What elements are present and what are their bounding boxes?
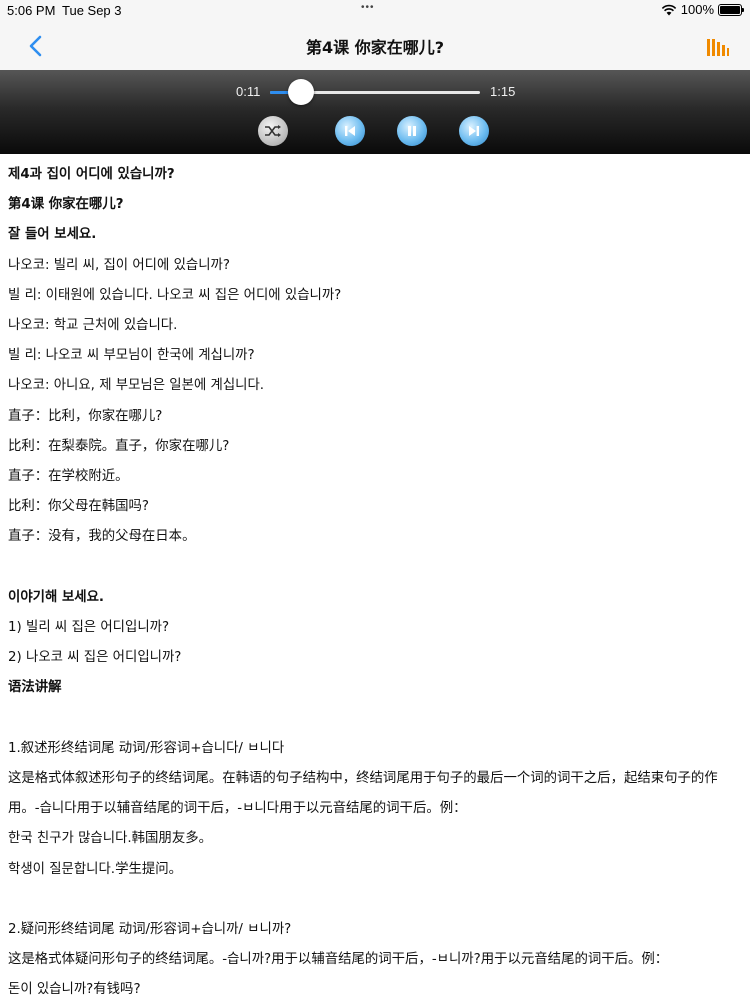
playlist-button[interactable] (706, 36, 730, 56)
current-time: 0:11 (236, 84, 261, 99)
previous-icon (345, 126, 355, 136)
battery-percent: 100% (680, 2, 714, 17)
text-line: 2) 나오코 씨 집은 어디입니까? (8, 650, 182, 666)
text-line: 直子：比利，你家在哪儿? (8, 408, 163, 424)
previous-button[interactable] (335, 116, 365, 146)
lesson-content: 제4과 집이 어디에 있습니까? 第4课 你家在哪儿? 잘 들어 보세요. 나오코: … (0, 160, 750, 1006)
text-line: 直子：在学校附近。 (8, 469, 129, 485)
status-time: 5:06 PM (7, 3, 56, 18)
text-line: 1.叙述形终结词尾 动词/形容词+습니다/ ㅂ니다 (8, 740, 285, 756)
text-line (0, 704, 750, 734)
text-line: 比利：在梨泰院。直子，你家在哪儿? (8, 438, 230, 454)
text-line: 한국 친구가 많습니다.韩国朋友多。 (8, 831, 212, 847)
lesson-lines: 제4과 집이 어디에 있습니까? 第4课 你家在哪儿? 잘 들어 보세요. 나오코: … (0, 160, 750, 764)
next-icon (469, 126, 479, 136)
text-line: 1) 빌리 씨 집은 어디입니까? (8, 620, 170, 636)
multitasking-dots: ••• (361, 2, 375, 13)
status-right: 100% (661, 2, 744, 17)
status-date: Tue Sep 3 (62, 3, 122, 18)
text-line (0, 553, 750, 583)
text-line: 이야기해 보세요. (8, 589, 104, 605)
progress-thumb[interactable] (287, 79, 314, 105)
pause-icon (408, 126, 416, 136)
next-button[interactable] (459, 116, 489, 146)
status-bar: 5:06 PM Tue Sep 3 ••• 100% (0, 0, 750, 22)
audio-player: 0:11 1:15 (0, 70, 750, 154)
text-line: 2.疑问形终结词尾 动词/形容词+습니까/ ㅂ니까? (8, 922, 292, 938)
page-title: 第4课 你家在哪儿? (306, 38, 444, 57)
grammar-paragraph: 这是格式体叙述形句子的终结词尾。在韩语的句子结构中，终结词尾用于句子的最后一个词… (8, 771, 718, 817)
wifi-icon (661, 4, 676, 15)
bar-chart-icon (707, 39, 729, 56)
lesson-lines-2: 한국 친구가 많습니다.韩国朋友多。 학생이 질문합니다.学生提问。 2.疑问形终结… (0, 824, 750, 1005)
text-line: 这是格式体疑问形句子的终结词尾。-습니까?用于以辅音结尾的词干后，-ㅂ니까?用于… (8, 952, 669, 968)
battery-icon (718, 3, 744, 16)
text-line: 直子：没有，我的父母在日本。 (8, 529, 196, 545)
text-line: 빌 리: 이태원에 있습니다. 나오코 씨 집은 어디에 있습니까? (8, 287, 342, 303)
text-line: 나오코: 아니요, 제 부모님은 일본에 계십니다. (8, 378, 265, 394)
text-line (0, 885, 750, 915)
text-line: 학생이 질문합니다.学生提问。 (8, 861, 183, 877)
text-line: 语法讲解 (8, 680, 62, 696)
text-line: 比利：你父母在韩国吗? (8, 499, 150, 515)
text-line: 제4과 집이 어디에 있습니까? (8, 167, 175, 182)
text-line: 빌 리: 나오코 씨 부모님이 한국에 계십니까? (8, 348, 255, 364)
pause-button[interactable] (397, 116, 427, 146)
text-line: 第4课 你家在哪儿? (8, 197, 124, 213)
text-line: 나오코: 빌리 씨, 집이 어디에 있습니까? (8, 257, 230, 273)
text-line: 잘 들어 보세요. (8, 227, 97, 243)
shuffle-icon (265, 125, 281, 137)
text-line: 나오코: 학교 근처에 있습니다. (8, 318, 178, 334)
navigation-bar: 第4课 你家在哪儿? (0, 22, 750, 71)
total-time: 1:15 (490, 84, 516, 99)
shuffle-button[interactable] (258, 116, 288, 146)
text-line: 돈이 있습니까?有钱吗? (8, 982, 141, 998)
